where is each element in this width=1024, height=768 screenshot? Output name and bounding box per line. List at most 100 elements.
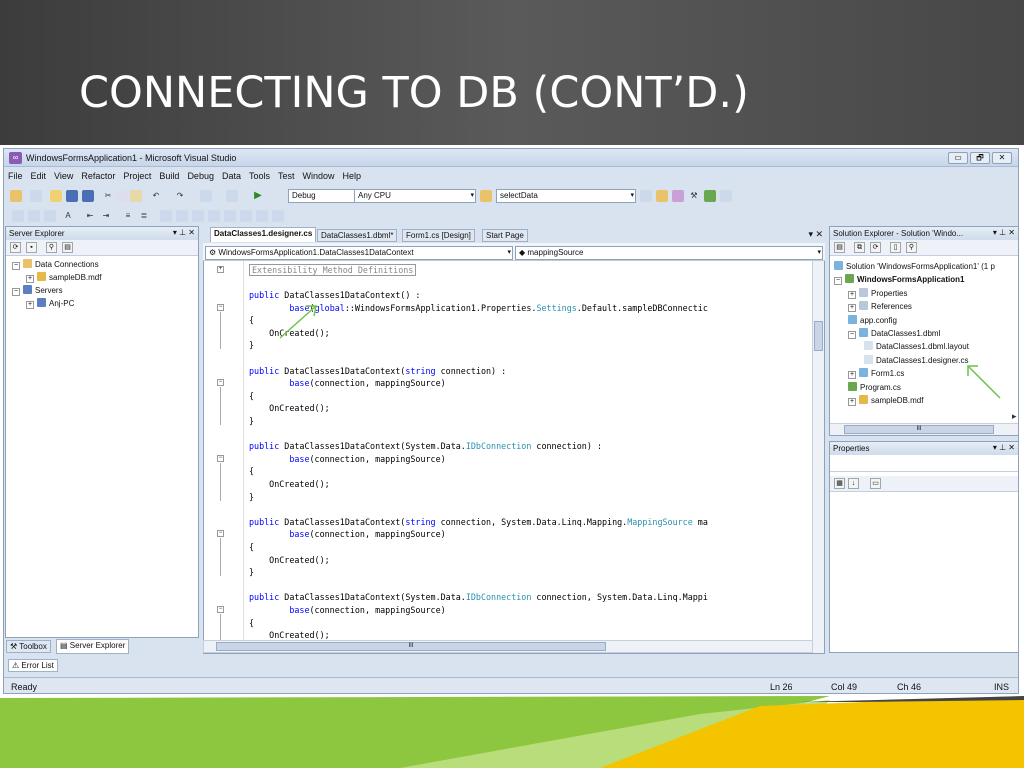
solution-horizontal-scrollbar[interactable]: III	[830, 423, 1018, 435]
collapse-icon[interactable]: −	[217, 379, 224, 387]
tab-designer-cs[interactable]: DataClasses1.designer.cs	[210, 227, 317, 242]
redo-icon[interactable]: ↷	[174, 190, 186, 202]
properties-window-icon[interactable]	[672, 190, 684, 202]
expander-icon[interactable]: −	[834, 277, 842, 286]
decrease-indent-icon[interactable]: ⇤	[84, 210, 96, 222]
find-in-files-icon[interactable]	[480, 190, 492, 202]
cut-icon[interactable]: ✂	[102, 190, 114, 202]
collapse-icon[interactable]: −	[217, 454, 224, 462]
class-diagram-icon[interactable]: ⚲	[906, 242, 917, 253]
code-text[interactable]: Extensibility Method Definitions public …	[249, 261, 809, 640]
tab-form-design[interactable]: Form1.cs [Design]	[402, 229, 475, 242]
scroll-thumb[interactable]	[814, 321, 823, 351]
bookmark-icon[interactable]	[160, 210, 172, 222]
solution-node[interactable]: − DataClasses1.dbml	[848, 328, 940, 339]
tab-start-page[interactable]: Start Page	[482, 229, 528, 242]
menu-item-edit[interactable]: Edit	[27, 168, 51, 181]
tab-error-list[interactable]: ⚠ Error List	[8, 659, 58, 672]
menu-item-window[interactable]: Window	[299, 168, 339, 181]
solution-node[interactable]: − WindowsFormsApplication1	[834, 274, 965, 286]
expand-icon[interactable]: +	[217, 266, 224, 273]
collapsed-region[interactable]: Extensibility Method Definitions	[249, 264, 417, 276]
expander-icon[interactable]: −	[848, 331, 856, 339]
tree-node-anj-pc[interactable]: + Anj-PC	[26, 298, 74, 309]
property-pages-icon[interactable]: ▭	[870, 478, 881, 489]
increase-indent-icon[interactable]: ⇥	[100, 210, 112, 222]
panel-pin-close-icon[interactable]: ▾ ⊥ ✕	[993, 228, 1015, 237]
tree-node-sampledb[interactable]: + sampleDB.mdf	[26, 272, 101, 283]
minimize-button[interactable]: ▭	[948, 152, 968, 164]
tab-toolbox[interactable]: ⚒ Toolbox	[6, 640, 51, 653]
uncomment-icon[interactable]: ≣	[138, 210, 150, 222]
save-all-icon[interactable]	[82, 190, 94, 202]
menu-item-build[interactable]: Build	[155, 168, 183, 181]
copy-icon[interactable]	[116, 190, 128, 202]
editor-vertical-scrollbar[interactable]	[812, 261, 824, 653]
previous-bookmark-folder-icon[interactable]	[208, 210, 220, 222]
navigate-forward-icon[interactable]	[226, 190, 238, 202]
expander-icon[interactable]: +	[26, 301, 34, 309]
panel-pin-close-icon[interactable]: ▾ ⊥ ✕	[993, 443, 1015, 452]
new-project-icon[interactable]	[10, 190, 22, 202]
properties-icon[interactable]: ▤	[834, 242, 845, 253]
type-dropdown[interactable]: ⚙ WindowsFormsApplication1.DataClasses1D…	[205, 246, 513, 260]
complete-word-icon[interactable]: A	[62, 210, 74, 222]
solution-node[interactable]: + Properties	[848, 287, 907, 299]
collapse-icon[interactable]: −	[217, 303, 224, 311]
solution-node[interactable]: DataClasses1.designer.cs	[864, 354, 969, 366]
menu-item-debug[interactable]: Debug	[183, 168, 218, 181]
stop-refresh-icon[interactable]: ▪	[26, 242, 37, 253]
tree-node-servers[interactable]: − Servers	[12, 285, 63, 296]
solution-node[interactable]: Solution 'WindowsFormsApplication1' (1 p	[834, 261, 995, 272]
solution-node[interactable]: Program.cs	[848, 381, 901, 393]
solution-node[interactable]: + References	[848, 301, 912, 313]
collapse-icon[interactable]: −	[217, 530, 224, 538]
find-input[interactable]: selectData ▾	[496, 189, 636, 203]
expander-icon[interactable]: +	[848, 398, 856, 406]
open-file-icon[interactable]	[50, 190, 62, 202]
scroll-thumb[interactable]: III	[216, 642, 606, 651]
solution-node[interactable]: + Form1.cs	[848, 368, 904, 380]
connect-database-icon[interactable]: ⚲	[46, 242, 57, 253]
menu-item-refactor[interactable]: Refactor	[77, 168, 119, 181]
find-icon[interactable]	[640, 190, 652, 202]
comment-icon[interactable]: ≡	[122, 210, 134, 222]
expander-icon[interactable]: −	[12, 288, 20, 296]
menu-item-help[interactable]: Help	[339, 168, 366, 181]
menu-item-project[interactable]: Project	[119, 168, 155, 181]
undo-icon[interactable]: ↶	[150, 190, 162, 202]
expander-icon[interactable]: −	[12, 262, 20, 270]
view-code-icon[interactable]: ▯	[890, 242, 901, 253]
restore-button[interactable]: 🗗	[970, 152, 990, 164]
next-bookmark-icon[interactable]	[192, 210, 204, 222]
menu-item-tools[interactable]: Tools	[245, 168, 274, 181]
solution-node[interactable]: + sampleDB.mdf	[848, 395, 923, 406]
quick-info-icon[interactable]	[44, 210, 56, 222]
menu-item-file[interactable]: File	[4, 168, 27, 181]
member-dropdown[interactable]: ◆ mappingSource ▾	[515, 246, 823, 260]
add-item-icon[interactable]	[30, 190, 42, 202]
next-bookmark-document-icon[interactable]	[256, 210, 268, 222]
editor-horizontal-scrollbar[interactable]: III	[203, 640, 813, 653]
solution-node[interactable]: app.config	[848, 314, 897, 326]
start-debugging-icon[interactable]: ▶	[252, 190, 264, 202]
tab-dbml[interactable]: DataClasses1.dbml*	[317, 229, 398, 242]
object-browser-icon[interactable]	[704, 190, 716, 202]
paste-icon[interactable]	[130, 190, 142, 202]
close-button[interactable]: ✕	[992, 152, 1012, 164]
collapse-icon[interactable]: −	[217, 606, 224, 613]
alphabetical-icon[interactable]: ↓	[848, 478, 859, 489]
previous-bookmark-icon[interactable]	[176, 210, 188, 222]
properties-object-select[interactable]	[830, 456, 1018, 472]
expander-icon[interactable]: +	[26, 275, 34, 283]
panel-pin-close-icon[interactable]: ▾ ⊥ ✕	[173, 228, 195, 237]
connect-server-icon[interactable]: ▤	[62, 242, 73, 253]
categorized-icon[interactable]: ▦	[834, 478, 845, 489]
scroll-thumb[interactable]: III	[844, 425, 994, 434]
parameter-info-icon[interactable]	[28, 210, 40, 222]
menu-item-view[interactable]: View	[50, 168, 77, 181]
navigate-back-icon[interactable]	[200, 190, 212, 202]
refresh-icon[interactable]: ⟳	[870, 242, 881, 253]
close-document-icon[interactable]: ▾ ✕	[808, 229, 823, 240]
menu-item-test[interactable]: Test	[274, 168, 299, 181]
